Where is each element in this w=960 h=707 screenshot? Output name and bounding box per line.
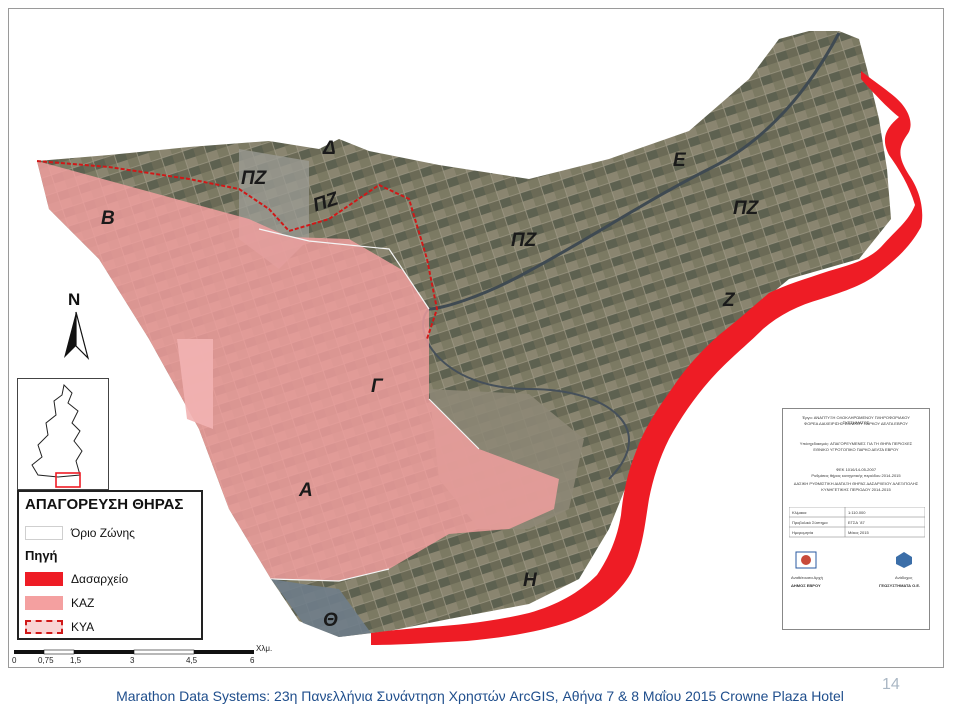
scale-tick-0: 0 — [12, 656, 17, 665]
zone-label-eta: Η — [523, 570, 537, 591]
info-scale-value: 1:110.000 — [848, 510, 866, 515]
contractor-logo-icon — [896, 552, 912, 568]
north-label: N — [68, 290, 81, 309]
scale-bar-graphic — [14, 649, 254, 655]
legend-label-kaz: ΚΑΖ — [71, 596, 95, 610]
zone-label-alpha: Α — [299, 480, 313, 501]
zone-label-theta: Θ — [323, 610, 338, 631]
legend-swatch-zone-border — [25, 526, 63, 540]
zone-label-beta: Β — [101, 208, 115, 229]
legend-label-zone-border: Όριο Ζώνης — [71, 526, 135, 540]
municipality-logo-icon — [795, 551, 817, 569]
legend-title: ΑΠΑΓΟΡΕΥΣΗ ΘΗΡΑΣ — [25, 496, 184, 513]
legend-label-dasarxeio: Δασαρχείο — [71, 572, 129, 586]
legend-source-title: Πηγή — [25, 548, 58, 563]
footer-text: Marathon Data Systems: 23η Πανελλήνια Συ… — [116, 688, 844, 704]
info-line-6: Ρυθμίσεις θήρας κυνηγετικής περιόδου 201… — [811, 473, 901, 478]
scale-bar: 0 0,75 1,5 3 4,5 6 Χλμ. — [10, 644, 278, 668]
info-right-org: ΓΕΩΣΥΣΤΗΜΑΤΑ Ο.Ε. — [879, 583, 921, 588]
info-line-8: ΚΥΝΗΓΕΤΙΚΗΣ ΠΕΡΙΟΔΟΥ 2014-2015 — [821, 487, 891, 492]
info-proj-value: ΕΓΣΑ ΄87 — [848, 520, 865, 525]
north-arrow: N — [60, 290, 96, 362]
info-left-org: ΔΗΜΟΣ ΕΒΡΟΥ — [791, 583, 821, 588]
zone-label-delta: Δ — [323, 138, 336, 159]
legend-swatch-kaz — [25, 596, 63, 610]
zone-label-pz-1: ΠΖ — [241, 168, 267, 189]
info-date-value: Μάιος 2015 — [848, 530, 869, 535]
zone-label-pz-3: ΠΖ — [511, 230, 537, 251]
scale-tick-3: 3 — [130, 656, 135, 665]
info-line-3: Υπόσχεδιασμός: ΑΠΑΓΟΡΕΥΜΕΝΕΣ ΓΙΑ ΤΗ ΘΗΡΑ… — [799, 441, 913, 446]
inset-outline-icon — [31, 383, 83, 488]
info-proj-label: Προβολικό Σύστημα — [792, 520, 828, 525]
info-right-caption: Ανάδοχος — [895, 575, 913, 580]
info-line-5: ΦΕΚ 1016/14-05-2007 — [835, 467, 877, 472]
info-line-4: ΕΘΝΙΚΟ ΥΓΡΟΤΟΠΙΚΟ ΠΑΡΚΟ ΔΕΛΤΑ ΕΒΡΟΥ — [813, 447, 899, 452]
scale-tick-4: 4,5 — [186, 656, 198, 665]
legend-swatch-dasarxeio — [25, 572, 63, 586]
zone-label-gamma: Γ — [371, 376, 383, 397]
inset-locator-map — [17, 378, 109, 490]
info-line-7: ΔΑΣΙΚΗ ΡΥΘΜΙΣΤΙΚΗ ΔΙΑΤΑΞΗ ΘΗΡΑΣ ΔΑΣΑΡΧΕΙ… — [793, 481, 919, 486]
scale-tick-5: 6 — [250, 656, 255, 665]
zone-label-pz-4: ΠΖ — [733, 198, 759, 219]
map-info-panel: Έργο: ΑΝΑΠΤΥΞΗ ΟΛΟΚΛΗΡΩΜΕΝΟΥ ΠΛΗΡΟΦΟΡΙΑΚ… — [782, 408, 930, 630]
scale-unit: Χλμ. — [256, 644, 273, 653]
map-legend: ΑΠΑΓΟΡΕΥΣΗ ΘΗΡΑΣ Όριο Ζώνης Πηγή Δασαρχε… — [17, 490, 203, 640]
info-left-caption: Αναθέτουσα Αρχή — [791, 575, 823, 580]
scale-tick-2: 1,5 — [70, 656, 82, 665]
info-line-2: ΦΟΡΕΑ ΔΙΑΧΕΙΡΙΣΗΣ ΕΘΝΙΚΟΥ ΠΑΡΚΟΥ ΔΕΛΤΑ Ε… — [804, 421, 908, 426]
slide-footer: Marathon Data Systems: 23η Πανελλήνια Συ… — [0, 680, 960, 707]
legend-label-kya: ΚΥΑ — [71, 620, 95, 634]
zone-label-zeta: Ζ — [723, 290, 735, 311]
info-date-label: Ημερομηνία — [792, 530, 814, 535]
scale-tick-1: 0,75 — [38, 656, 54, 665]
legend-swatch-kya — [25, 620, 63, 634]
north-arrow-icon — [64, 311, 90, 360]
info-scale-label: Κλίμακα — [792, 510, 807, 515]
zone-label-epsilon: Ε — [673, 150, 686, 171]
page-number: 14 — [882, 676, 900, 693]
